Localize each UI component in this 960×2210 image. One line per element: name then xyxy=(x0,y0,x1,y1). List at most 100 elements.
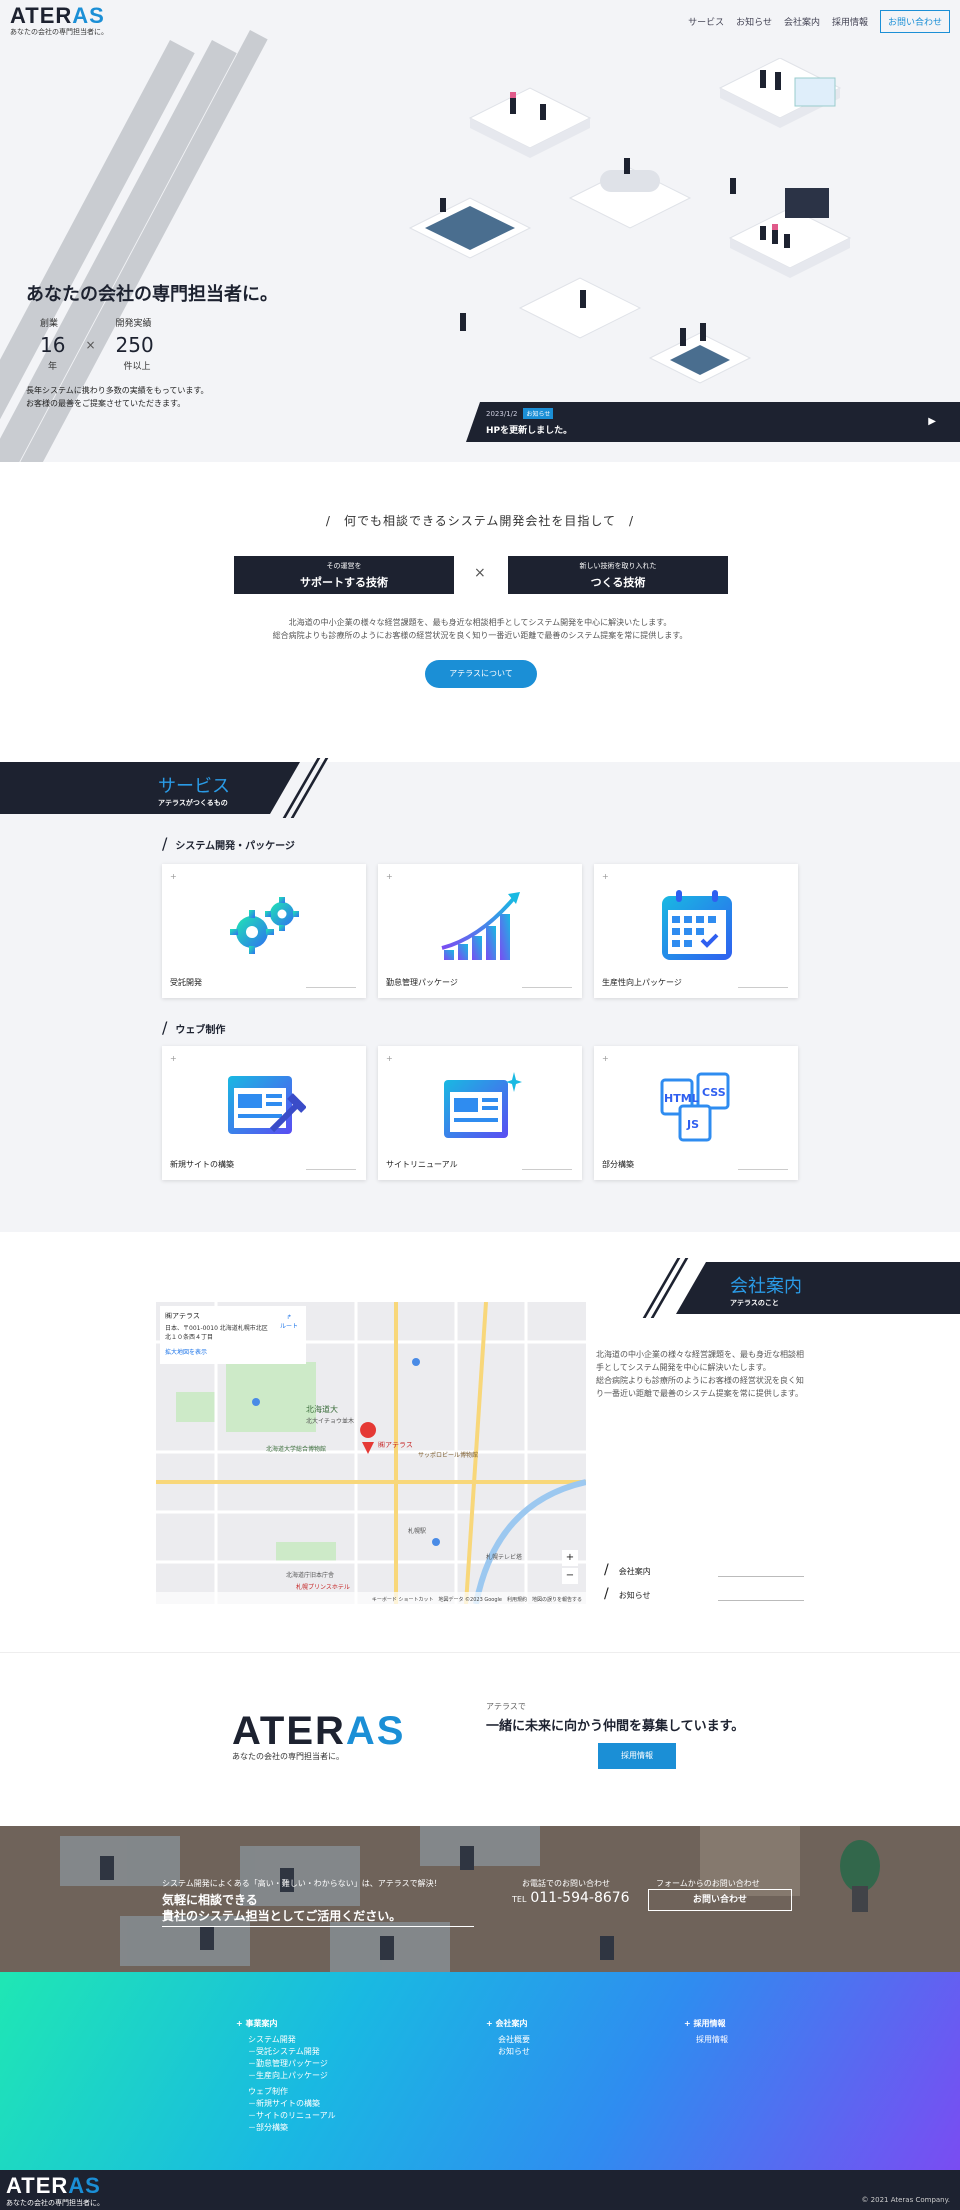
service-card[interactable]: + サイトリニューアル xyxy=(378,1046,582,1180)
plus-icon: + xyxy=(386,872,393,881)
plus-icon: + xyxy=(386,1054,393,1063)
map-footer[interactable]: キーボード ショートカット 地図データ ©2023 Google 利用規約 地図… xyxy=(372,1596,582,1603)
map-label: 北海道大学総合博物館 xyxy=(266,1446,327,1453)
browser-build-icon xyxy=(228,1076,306,1134)
link-line xyxy=(718,1576,804,1577)
stat-unit: 件以上 xyxy=(123,362,151,372)
nav-recruit[interactable]: 採用情報 xyxy=(832,15,868,28)
company-text: 北海道の中小企業の様々な経営課題を、最も身近な相談相 手としてシステム開発を中心… xyxy=(596,1348,816,1400)
card-label: 新規サイトの構築 xyxy=(170,1160,234,1169)
card-arrow-line xyxy=(738,987,788,988)
service-card[interactable]: + 生産性向上パッケージ xyxy=(594,864,798,998)
map-label: 北海道大 xyxy=(306,1405,338,1414)
card-arrow-line xyxy=(522,987,572,988)
cta-heading-line: 貴社のシステム担当としてご活用ください。 xyxy=(162,1909,402,1923)
copyright: © 2021 Ateras Company. xyxy=(861,2196,950,2204)
logo-tagline: あなたの会社の専門担当者に。 xyxy=(232,1752,344,1761)
footer-heading[interactable]: + 会社案内 xyxy=(486,2018,530,2030)
news-ticker[interactable]: 2023/1/2 お知らせ HPを更新しました。 ▶ xyxy=(466,402,960,442)
nav-company[interactable]: 会社案内 xyxy=(784,15,820,28)
tech-big: つくる技術 xyxy=(590,576,646,589)
service-card[interactable]: + 受託開発 xyxy=(162,864,366,998)
growth-chart-icon xyxy=(441,892,520,960)
map-route-button[interactable]: ↱ ルート xyxy=(280,1314,298,1330)
code-files-icon: HTML CSS JS xyxy=(660,1072,730,1142)
zoom-in-button[interactable]: + xyxy=(562,1550,578,1566)
company-text-line: 手としてシステム開発を中心に解決いたします。 xyxy=(596,1363,771,1372)
svg-text:HTML: HTML xyxy=(664,1092,699,1105)
map-label: 北海道庁旧本庁舎 xyxy=(286,1572,335,1579)
service-card[interactable]: + 勤怠管理パッケージ xyxy=(378,864,582,998)
cta-heading-line: 気軽に相談できる xyxy=(162,1893,258,1907)
services-subtitle: アテラスがつくるもの xyxy=(158,799,228,807)
browser-sparkle-icon xyxy=(444,1072,522,1138)
hero-note-line: お客様の最善をご提案させていただきます。 xyxy=(26,399,186,408)
stat-projects: 開発実績 250 件以上 xyxy=(116,316,154,372)
intro-heading: / 何でも相談できるシステム開発会社を目指して / xyxy=(325,514,635,528)
map-route-label: ルート xyxy=(279,1323,298,1330)
intro-text: 北海道の中小企業の様々な経営課題を、最も身近な相談相手としてシステム開発を中心に… xyxy=(0,616,960,642)
footer-heading[interactable]: + 事業案内 xyxy=(236,2018,336,2030)
footer-link[interactable]: －新規サイトの構築 xyxy=(236,2098,336,2110)
site-header: ATERAS あなたの会社の専門担当者に。 サービス お知らせ 会社案内 採用情… xyxy=(0,0,960,42)
map-address: 北１０条西４丁目 xyxy=(165,1334,214,1341)
logo-tagline: あなたの会社の専門担当者に。 xyxy=(6,2199,104,2207)
hero-note-line: 長年システムに携わり多数の実績をもっています。 xyxy=(26,386,209,395)
footer-link[interactable]: お知らせ xyxy=(486,2046,530,2058)
site-logo[interactable]: ATERAS あなたの会社の専門担当者に。 xyxy=(10,5,108,37)
play-arrow-icon[interactable]: ▶ xyxy=(928,416,936,427)
logo-wordmark: ATERAS xyxy=(10,3,105,28)
nav-news[interactable]: お知らせ xyxy=(736,15,772,28)
logo-wordmark: ATERAS xyxy=(232,1709,406,1753)
link-line xyxy=(718,1600,804,1601)
news-title[interactable]: HPを更新しました。 xyxy=(486,423,960,436)
footer-link[interactable]: －サイトのリニューアル xyxy=(236,2110,336,2122)
footer-heading[interactable]: + 採用情報 xyxy=(684,2018,728,2030)
plus-icon: + xyxy=(602,1054,609,1063)
title-slash xyxy=(642,1258,681,1318)
footer-bottom-bar: ATERAS あなたの会社の専門担当者に。 © 2021 Ateras Comp… xyxy=(0,2170,960,2210)
footer-link[interactable]: 会社概要 xyxy=(486,2034,530,2046)
map-enlarge-link[interactable]: 拡大地図を表示 xyxy=(165,1347,301,1356)
news-link[interactable]: / お知らせ xyxy=(604,1586,651,1602)
stat-unit: 年 xyxy=(48,362,58,372)
company-info-link[interactable]: / 会社案内 xyxy=(604,1562,651,1578)
google-map[interactable]: ㈱アテラス 北海道大 北大イチョウ並木 北海道大学総合博物館 サッポロビール博物… xyxy=(156,1302,586,1604)
footer-logo[interactable]: ATERAS あなたの会社の専門担当者に。 xyxy=(6,2174,104,2208)
cta-overlay xyxy=(0,1826,960,1972)
card-arrow-line xyxy=(306,987,356,988)
stat-label: 開発実績 xyxy=(115,319,152,329)
company-section: 会社案内 アテラスのこと ㈱アテラス 北海道大 北大イチョウ並木 北海道大学総合… xyxy=(0,1232,960,1652)
about-button[interactable]: アテラスについて xyxy=(425,660,537,688)
cta-kicker: システム開発によくある「高い・難しい・わからない」は、アテラスで解決！ xyxy=(162,1879,442,1888)
footer-link[interactable]: システム開発 xyxy=(236,2034,336,2046)
contact-button[interactable]: お問い合わせ xyxy=(879,9,950,33)
nav-services[interactable]: サービス xyxy=(688,15,724,28)
news-date: 2023/1/2 xyxy=(486,409,518,418)
card-arrow-line xyxy=(522,1169,572,1170)
form-label: フォームからのお問い合わせ xyxy=(656,1879,760,1888)
contact-cta-section: システム開発によくある「高い・難しい・わからない」は、アテラスで解決！ 気軽に相… xyxy=(0,1826,960,1972)
footer-col-company: + 会社案内 会社概要 お知らせ xyxy=(486,2018,530,2058)
tech-big: サポートする技術 xyxy=(300,576,388,589)
zoom-out-button[interactable]: − xyxy=(562,1568,578,1584)
cta-heading: 気軽に相談できる 貴社のシステム担当としてご活用ください。 xyxy=(162,1892,401,1924)
footer-link[interactable]: －部分構築 xyxy=(236,2122,336,2134)
footer-link[interactable]: 採用情報 xyxy=(684,2034,728,2046)
service-card[interactable]: + HTML CSS JS 部分構築 xyxy=(594,1046,798,1180)
services-title: サービス xyxy=(158,776,230,797)
logo-tagline: あなたの会社の専門担当者に。 xyxy=(10,28,108,36)
contact-form-button[interactable]: お問い合わせ xyxy=(648,1889,792,1911)
footer-link[interactable]: －受託システム開発 xyxy=(236,2046,336,2058)
footer-link[interactable]: －生産向上パッケージ xyxy=(236,2070,336,2082)
footer-link[interactable]: －勤怠管理パッケージ xyxy=(236,2058,336,2070)
recruit-button[interactable]: 採用情報 xyxy=(598,1743,676,1769)
group-label: / ウェブ制作 xyxy=(162,1018,226,1037)
phone-number[interactable]: TEL 011-594-8676 xyxy=(512,1890,630,1906)
svg-text:CSS: CSS xyxy=(702,1086,726,1099)
hero-note: 長年システムに携わり多数の実績をもっています。 お客様の最善をご提案させていただ… xyxy=(26,384,209,410)
footer-link[interactable]: ウェブ制作 xyxy=(236,2086,336,2098)
services-section: サービス アテラスがつくるもの / システム開発・パッケージ + 受託開発 + 勤… xyxy=(0,758,960,1232)
service-card[interactable]: + 新規サイトの構築 xyxy=(162,1046,366,1180)
intro-section: / 何でも相談できるシステム開発会社を目指して / その運営を サポートする技術… xyxy=(0,462,960,762)
